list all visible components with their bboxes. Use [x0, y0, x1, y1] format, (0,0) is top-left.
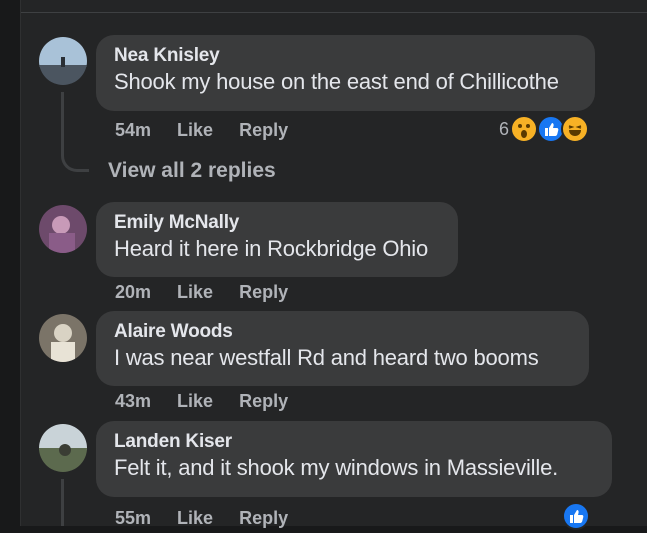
comment-bubble: Alaire Woods I was near westfall Rd and …	[96, 311, 589, 386]
avatar[interactable]	[39, 37, 87, 85]
comment-author[interactable]: Emily McNally	[114, 212, 440, 234]
comment-time[interactable]: 54m	[115, 120, 151, 140]
comment-author[interactable]: Nea Knisley	[114, 45, 577, 67]
thread-line	[61, 479, 64, 526]
comment-text: Felt it, and it shook my windows in Mass…	[114, 455, 559, 480]
like-button[interactable]: Like	[177, 391, 213, 411]
comment-bubble: Emily McNally Heard it here in Rockbridg…	[96, 202, 458, 277]
comments-panel: Nea Knisley Shook my house on the east e…	[20, 0, 647, 530]
comment-actions: 55m Like Reply	[115, 508, 309, 528]
comment-text: Shook my house on the east end of Chilli…	[114, 69, 559, 94]
avatar[interactable]	[39, 424, 87, 472]
comment-actions: 43m Like Reply	[115, 391, 309, 411]
reply-button[interactable]: Reply	[239, 120, 288, 140]
divider	[21, 12, 647, 13]
haha-reaction-icon	[561, 115, 589, 143]
avatar[interactable]	[39, 314, 87, 362]
comment-author[interactable]: Alaire Woods	[114, 321, 571, 343]
comment-time[interactable]: 55m	[115, 508, 151, 528]
reactions-summary[interactable]: 6	[497, 115, 597, 143]
reply-button[interactable]: Reply	[239, 282, 288, 302]
comment-time[interactable]: 43m	[115, 391, 151, 411]
thread-line	[61, 92, 64, 152]
comment-actions: 54m Like Reply	[115, 120, 309, 140]
thread-connector	[61, 150, 89, 172]
comment-bubble: Landen Kiser Felt it, and it shook my wi…	[96, 421, 612, 497]
comment-actions: 20m Like Reply	[115, 282, 309, 302]
reply-button[interactable]: Reply	[239, 508, 288, 528]
avatar[interactable]	[39, 205, 87, 253]
reply-button[interactable]: Reply	[239, 391, 288, 411]
comment-text: I was near westfall Rd and heard two boo…	[114, 345, 539, 370]
view-replies-link[interactable]: View all 2 replies	[108, 159, 276, 183]
comment-time[interactable]: 20m	[115, 282, 151, 302]
wow-reaction-icon	[510, 115, 538, 143]
reaction-count: 6	[499, 119, 510, 139]
comment-author[interactable]: Landen Kiser	[114, 431, 594, 453]
comment-bubble: Nea Knisley Shook my house on the east e…	[96, 35, 595, 111]
like-button[interactable]: Like	[177, 120, 213, 140]
comment-text: Heard it here in Rockbridge Ohio	[114, 236, 428, 261]
like-button[interactable]: Like	[177, 282, 213, 302]
like-button[interactable]: Like	[177, 508, 213, 528]
